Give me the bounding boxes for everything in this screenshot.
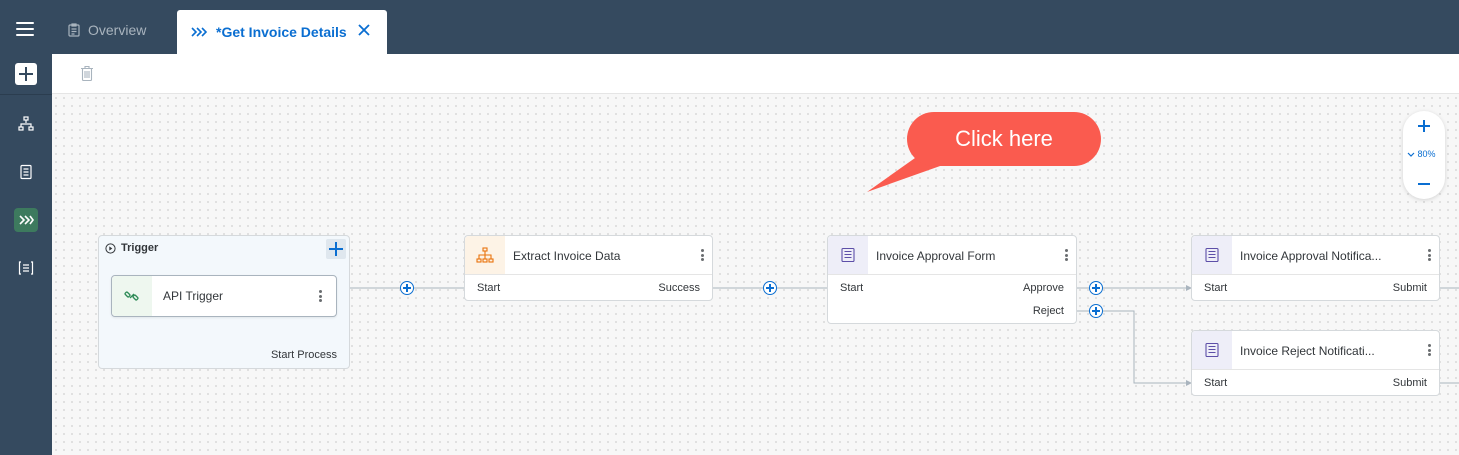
nav-list-icon[interactable] <box>14 256 38 280</box>
side-navigation <box>0 0 52 455</box>
rail-divider <box>0 94 52 95</box>
tab-overview[interactable]: Overview <box>68 22 146 38</box>
create-new-button[interactable] <box>15 63 37 85</box>
menu-icon[interactable] <box>16 22 36 42</box>
callout-pointer <box>867 146 957 192</box>
zoom-level-text: 80% <box>1417 149 1436 159</box>
zoom-out-button[interactable] <box>1418 178 1430 190</box>
process-icon <box>191 27 207 37</box>
tab-active-label: *Get Invoice Details <box>216 24 347 40</box>
close-icon[interactable] <box>357 23 371 37</box>
tab-get-invoice-details[interactable]: *Get Invoice Details <box>177 10 387 54</box>
nav-process-icon[interactable] <box>14 208 38 232</box>
zoom-control: 80% <box>1403 111 1445 199</box>
clipboard-icon <box>68 23 80 37</box>
nav-document-icon[interactable] <box>14 160 38 184</box>
zoom-level[interactable]: 80% <box>1407 149 1443 159</box>
tab-bar: Overview *Get Invoice Details <box>52 0 1459 54</box>
toolbar <box>52 54 1459 94</box>
chevron-down-icon <box>1407 152 1415 157</box>
delete-icon[interactable] <box>80 65 94 82</box>
zoom-in-button[interactable] <box>1418 120 1430 132</box>
callout-bubble: Click here <box>907 112 1101 166</box>
process-canvas[interactable]: Trigger API Trigger Start Process Extrac… <box>52 94 1459 455</box>
nav-hierarchy-icon[interactable] <box>14 112 38 136</box>
tab-overview-label: Overview <box>88 22 147 38</box>
